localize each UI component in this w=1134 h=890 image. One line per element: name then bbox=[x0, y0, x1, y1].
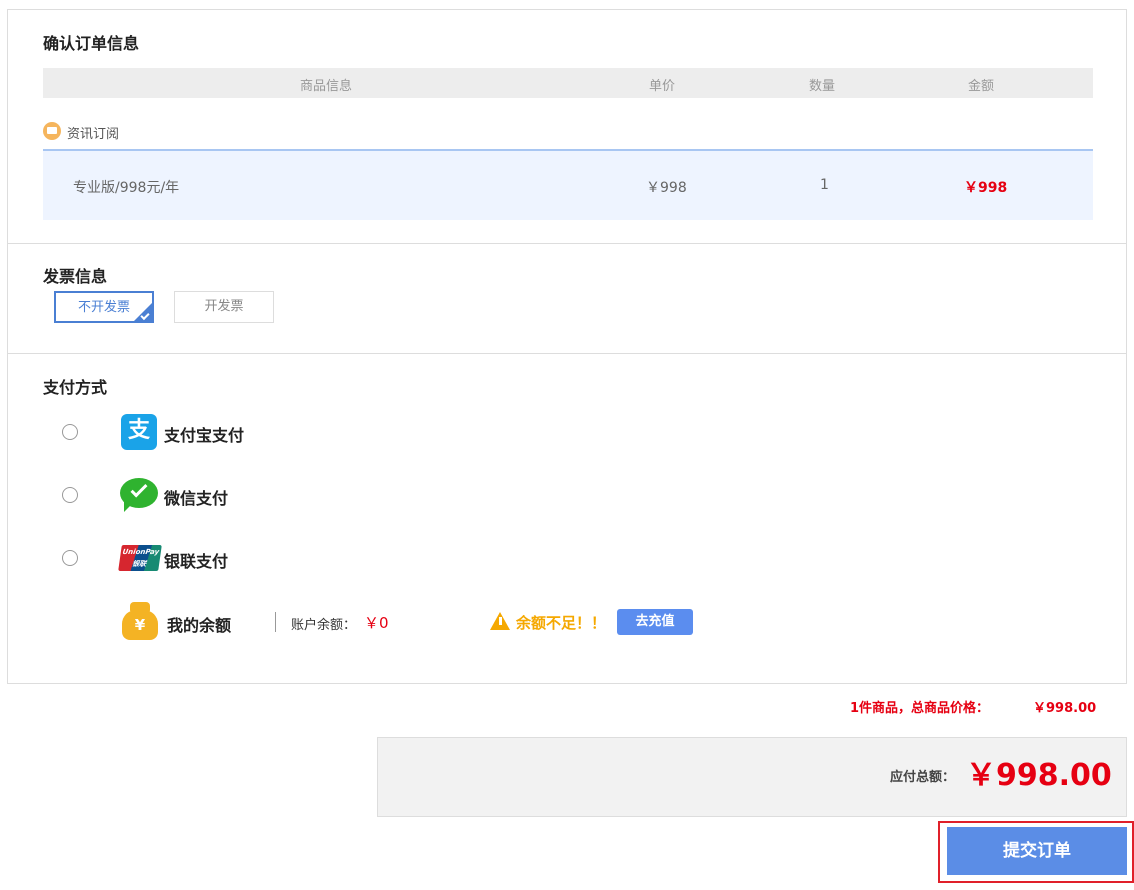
alipay-label[interactable]: 支付宝支付 bbox=[164, 422, 244, 446]
payable-label: 应付总额： bbox=[890, 770, 956, 785]
wechat-pay-radio[interactable] bbox=[62, 487, 78, 503]
order-section-title: 确认订单信息 bbox=[43, 34, 140, 53]
unionpay-radio[interactable] bbox=[62, 550, 78, 566]
account-balance-value: ￥0 bbox=[364, 614, 389, 632]
no-invoice-label: 不开发票 bbox=[77, 300, 130, 315]
invoice-label: 开发票 bbox=[204, 299, 244, 314]
no-invoice-option[interactable]: 不开发票 bbox=[54, 291, 154, 323]
goods-total-price: ￥998.00 bbox=[1033, 701, 1097, 716]
item-quantity: 1 bbox=[820, 177, 829, 193]
account-balance-label: 账户余额： bbox=[291, 618, 357, 633]
wechat-pay-label[interactable]: 微信支付 bbox=[164, 485, 228, 509]
col-amount: 金额 bbox=[968, 79, 995, 94]
item-price: ￥998 bbox=[646, 180, 687, 196]
book-icon bbox=[43, 122, 61, 140]
order-panel: 确认订单信息 商品信息 单价 数量 金额 资讯订阅 专业版/998元/年 ￥99… bbox=[7, 9, 1127, 684]
money-bag-icon: ¥ bbox=[122, 602, 158, 640]
balance-separator bbox=[275, 612, 276, 632]
payable-amount: ￥998.00 bbox=[966, 758, 1112, 793]
goods-count-summary: 1件商品，总商品价格： bbox=[850, 701, 990, 716]
balance-label: 我的余额 bbox=[167, 616, 232, 635]
warning-icon bbox=[490, 612, 510, 630]
col-product-info: 商品信息 bbox=[300, 79, 353, 94]
item-amount: ￥998 bbox=[964, 180, 1008, 196]
col-unit-price: 单价 bbox=[649, 79, 676, 94]
alipay-radio[interactable] bbox=[62, 424, 78, 440]
item-name: 专业版/998元/年 bbox=[73, 180, 180, 196]
wechat-icon bbox=[120, 476, 158, 512]
unionpay-icon: UnionPay 银联 bbox=[118, 545, 162, 571]
order-item-row: 专业版/998元/年 ￥998 1 ￥998 bbox=[43, 149, 1093, 220]
unionpay-label[interactable]: 银联支付 bbox=[164, 548, 228, 572]
section-divider bbox=[8, 353, 1126, 354]
order-table-header: 商品信息 单价 数量 金额 bbox=[43, 68, 1093, 98]
invoice-section-title: 发票信息 bbox=[43, 267, 108, 286]
shop-name: 资讯订阅 bbox=[67, 127, 120, 142]
payment-section-title: 支付方式 bbox=[43, 378, 108, 397]
insufficient-balance-warning: 余额不足！！ bbox=[516, 614, 607, 632]
invoice-option[interactable]: 开发票 bbox=[174, 291, 274, 323]
col-quantity: 数量 bbox=[809, 79, 836, 94]
alipay-icon: 支 bbox=[121, 414, 157, 450]
recharge-button[interactable]: 去充值 bbox=[617, 609, 693, 635]
submit-order-button[interactable]: 提交订单 bbox=[947, 827, 1127, 875]
payable-box: 应付总额： ￥998.00 bbox=[377, 737, 1127, 817]
section-divider bbox=[8, 243, 1126, 244]
